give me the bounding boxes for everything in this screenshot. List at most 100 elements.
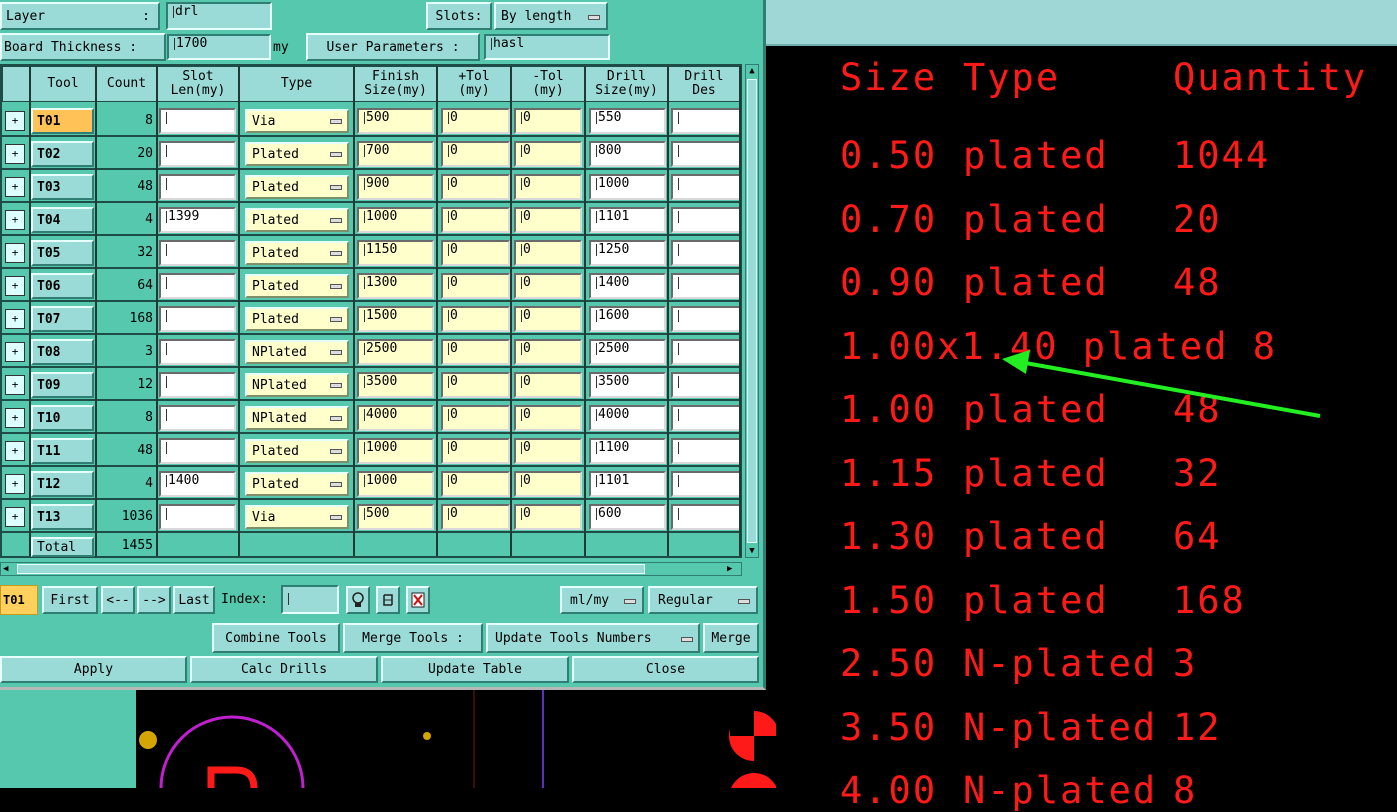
- finish-size-input[interactable]: 1000: [357, 207, 434, 233]
- row-expand-icon[interactable]: +: [5, 243, 25, 263]
- next-button[interactable]: -->: [137, 586, 171, 614]
- drill-des-input[interactable]: [671, 174, 741, 200]
- minus-tol-input[interactable]: 0: [514, 504, 582, 530]
- drill-des-input[interactable]: [671, 141, 741, 167]
- type-dropdown[interactable]: Via: [245, 505, 349, 529]
- plus-tol-input[interactable]: 0: [441, 438, 510, 464]
- minus-tol-input[interactable]: 0: [514, 273, 582, 299]
- drill-size-input[interactable]: 800: [589, 141, 666, 167]
- first-button[interactable]: First: [42, 586, 98, 614]
- tool-button[interactable]: T06: [31, 273, 94, 299]
- type-dropdown[interactable]: NPlated: [245, 340, 349, 364]
- row-expand-icon[interactable]: +: [5, 144, 25, 164]
- slot-length-input[interactable]: [159, 438, 236, 464]
- plus-tol-input[interactable]: 0: [441, 207, 510, 233]
- row-expand-icon[interactable]: +: [5, 408, 25, 428]
- minus-tol-input[interactable]: 0: [514, 471, 582, 497]
- last-button[interactable]: Last: [173, 586, 215, 614]
- slot-length-input[interactable]: [159, 273, 236, 299]
- minus-tol-input[interactable]: 0: [514, 108, 582, 134]
- type-dropdown[interactable]: Plated: [245, 142, 349, 166]
- tool-button[interactable]: T07: [31, 306, 94, 332]
- minus-tol-input[interactable]: 0: [514, 372, 582, 398]
- minus-tol-input[interactable]: 0: [514, 339, 582, 365]
- horizontal-scroll-thumb[interactable]: [17, 564, 645, 574]
- finish-size-input[interactable]: 700: [357, 141, 434, 167]
- finish-size-input[interactable]: 900: [357, 174, 434, 200]
- finish-size-input[interactable]: 3500: [357, 372, 434, 398]
- finish-size-input[interactable]: 2500: [357, 339, 434, 365]
- slot-length-input[interactable]: [159, 306, 236, 332]
- drill-des-input[interactable]: [671, 207, 741, 233]
- update-table-button[interactable]: Update Table: [381, 656, 569, 683]
- type-dropdown[interactable]: NPlated: [245, 373, 349, 397]
- combine-tools-button[interactable]: Combine Tools: [212, 623, 340, 653]
- row-expand-icon[interactable]: +: [5, 375, 25, 395]
- plus-tol-input[interactable]: 0: [441, 141, 510, 167]
- drill-size-input[interactable]: 600: [589, 504, 666, 530]
- plus-tol-input[interactable]: 0: [441, 339, 510, 365]
- user-parameters-input[interactable]: hasl: [484, 34, 610, 60]
- drill-des-input[interactable]: [671, 108, 741, 134]
- tool-button[interactable]: T12: [31, 471, 94, 497]
- type-dropdown[interactable]: Plated: [245, 307, 349, 331]
- tool-button[interactable]: T08: [31, 339, 94, 365]
- plus-tol-input[interactable]: 0: [441, 405, 510, 431]
- minus-tol-input[interactable]: 0: [514, 207, 582, 233]
- row-expand-icon[interactable]: +: [5, 210, 25, 230]
- finish-size-input[interactable]: 1300: [357, 273, 434, 299]
- drill-des-input[interactable]: [671, 438, 741, 464]
- vertical-scroll-thumb[interactable]: [747, 79, 757, 543]
- drill-des-input[interactable]: [671, 504, 741, 530]
- type-dropdown[interactable]: Plated: [245, 274, 349, 298]
- plus-tol-input[interactable]: 0: [441, 471, 510, 497]
- finish-size-input[interactable]: 4000: [357, 405, 434, 431]
- row-expand-icon[interactable]: +: [5, 507, 25, 527]
- type-dropdown[interactable]: Plated: [245, 208, 349, 232]
- swap-icon[interactable]: [376, 586, 400, 614]
- slot-length-input[interactable]: [159, 108, 236, 134]
- drill-size-input[interactable]: 1101: [589, 471, 666, 497]
- drill-des-input[interactable]: [671, 240, 741, 266]
- bulb-icon[interactable]: [346, 586, 370, 614]
- type-dropdown[interactable]: Plated: [245, 241, 349, 265]
- row-expand-icon[interactable]: +: [5, 441, 25, 461]
- drill-size-input[interactable]: 1600: [589, 306, 666, 332]
- slot-length-input[interactable]: [159, 339, 236, 365]
- plus-tol-input[interactable]: 0: [441, 504, 510, 530]
- calc-drills-button[interactable]: Calc Drills: [190, 656, 378, 683]
- slot-length-input[interactable]: [159, 141, 236, 167]
- row-expand-icon[interactable]: +: [5, 342, 25, 362]
- slots-dropdown[interactable]: By length: [494, 2, 608, 30]
- minus-tol-input[interactable]: 0: [514, 141, 582, 167]
- tool-button[interactable]: T10: [31, 405, 94, 431]
- type-dropdown[interactable]: Via: [245, 109, 349, 133]
- merge-mode-dropdown[interactable]: Update Tools Numbers: [486, 623, 700, 653]
- minus-tol-input[interactable]: 0: [514, 306, 582, 332]
- drill-size-input[interactable]: 2500: [589, 339, 666, 365]
- drill-size-input[interactable]: 550: [589, 108, 666, 134]
- minus-tol-input[interactable]: 0: [514, 438, 582, 464]
- drill-des-input[interactable]: [671, 405, 741, 431]
- slot-length-input[interactable]: [159, 174, 236, 200]
- minus-tol-input[interactable]: 0: [514, 174, 582, 200]
- layer-input[interactable]: drl: [166, 2, 272, 30]
- mode-dropdown[interactable]: Regular: [648, 586, 758, 614]
- drill-size-input[interactable]: 4000: [589, 405, 666, 431]
- scroll-down-arrow-icon[interactable]: ▼: [746, 545, 758, 557]
- plus-tol-input[interactable]: 0: [441, 240, 510, 266]
- plus-tol-input[interactable]: 0: [441, 273, 510, 299]
- type-dropdown[interactable]: Plated: [245, 439, 349, 463]
- prev-button[interactable]: <--: [101, 586, 135, 614]
- finish-size-input[interactable]: 500: [357, 108, 434, 134]
- tool-button[interactable]: T04: [31, 207, 94, 233]
- index-input[interactable]: [281, 585, 339, 614]
- finish-size-input[interactable]: 1000: [357, 471, 434, 497]
- drill-size-input[interactable]: 1400: [589, 273, 666, 299]
- slot-length-input[interactable]: [159, 372, 236, 398]
- minus-tol-input[interactable]: 0: [514, 240, 582, 266]
- type-dropdown[interactable]: Plated: [245, 472, 349, 496]
- tool-button[interactable]: T01: [31, 108, 94, 134]
- units-dropdown[interactable]: ml/my: [560, 586, 644, 614]
- user-parameters-button[interactable]: User Parameters :: [306, 33, 480, 61]
